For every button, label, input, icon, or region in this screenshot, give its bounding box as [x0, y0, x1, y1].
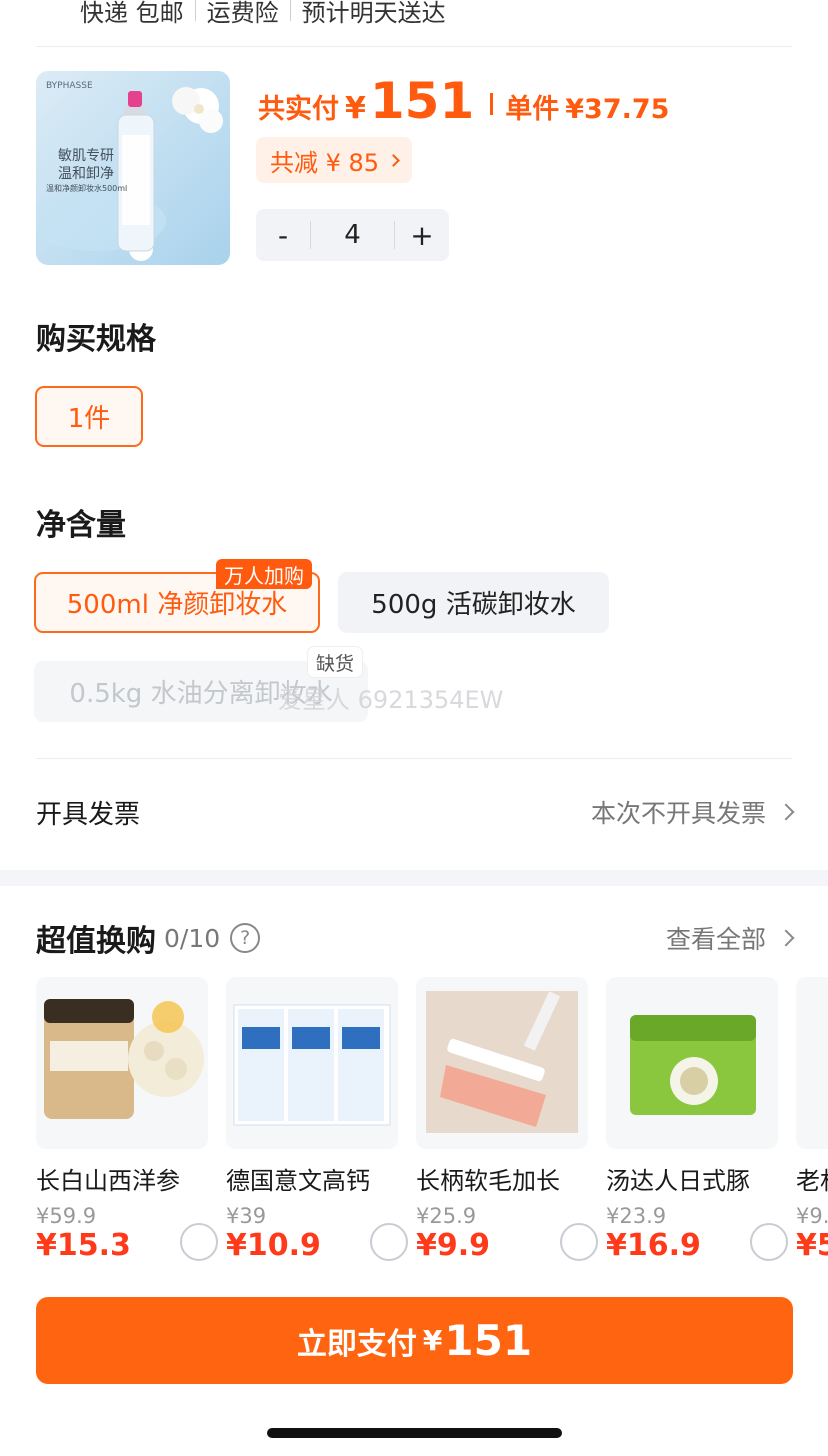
pay-button-amount: 151 — [444, 1316, 533, 1365]
volume-option-500g[interactable]: 500g 活碳卸妆水 — [338, 572, 609, 633]
deal-name: 汤达人日式豚 — [606, 1167, 750, 1195]
currency-symbol: ¥ — [345, 91, 366, 126]
unit-label: 单件 — [505, 94, 560, 125]
deal-image — [416, 977, 588, 1149]
deal-original-price: ¥23.9 — [606, 1204, 667, 1228]
image-brand: BYPHASSE — [46, 81, 93, 91]
deal-name: 长白山西洋参 — [36, 1167, 180, 1195]
invoice-value-text: 本次不开具发票 — [590, 799, 766, 828]
help-icon[interactable]: ? — [230, 923, 261, 953]
out-of-stock-badge: 缺货 — [308, 647, 363, 677]
deal-original-price: ¥9. — [796, 1204, 828, 1228]
deal-select-radio[interactable] — [180, 1223, 218, 1261]
invoice-value: 本次不开具发票 — [590, 794, 795, 830]
deals-title: 超值换购 — [36, 924, 156, 959]
deal-list: 长白山西洋参 ¥59.9 ¥15.3 德国意文高钙 ¥39 ¥10.9 长柄软毛… — [36, 977, 828, 1277]
home-indicator — [267, 1428, 562, 1438]
spec-option-1[interactable]: 1件 — [35, 386, 143, 447]
view-all-link[interactable]: 查看全部 — [665, 920, 795, 956]
quantity-stepper[interactable]: - 4 + — [256, 209, 449, 261]
divider — [36, 46, 792, 47]
watermark: 爱星人 6921354EW — [278, 686, 504, 714]
deal-price: ¥5 — [796, 1228, 828, 1263]
invoice-row[interactable]: 开具发票 本次不开具发票 — [36, 790, 795, 834]
discount-text: 共减 ¥ 85 — [270, 148, 380, 177]
deal-image — [796, 977, 828, 1149]
tag-shipping-insurance: 运费险 — [206, 0, 279, 27]
deal-name: 长柄软毛加长 — [416, 1167, 560, 1195]
invoice-label: 开具发票 — [36, 799, 141, 830]
deal-select-radio[interactable] — [750, 1223, 788, 1261]
pay-label: 共实付 — [258, 94, 339, 125]
deals-count: 0/10 — [164, 923, 221, 953]
deal-original-price: ¥39 — [226, 1204, 267, 1228]
view-all-label: 查看全部 — [665, 925, 766, 954]
product-image[interactable]: BYPHASSE 敏肌专研 温和卸净 温和净颜卸妆水500ml — [36, 71, 230, 265]
price-separator — [490, 93, 494, 115]
discount-chip[interactable]: 共减 ¥ 85 — [256, 137, 413, 183]
image-text-line-2: 温和卸净 — [58, 166, 114, 182]
unit-price: ¥37.75 — [565, 94, 670, 125]
minus-button[interactable]: - — [256, 219, 310, 252]
hot-badge: 万人加购 — [216, 559, 312, 589]
deal-select-radio[interactable] — [560, 1223, 598, 1261]
pay-amount: 151 — [369, 72, 475, 130]
chevron-right-icon — [777, 803, 795, 821]
divider — [36, 758, 792, 759]
deals-header: 超值换购 0/10 ? 查看全部 — [36, 916, 795, 960]
image-text-line-1: 敏肌专研 — [58, 148, 114, 164]
tag-delivery-estimate: 预计明天送达 — [301, 0, 446, 27]
tag-separator — [194, 0, 196, 21]
deal-original-price: ¥59.9 — [36, 1204, 97, 1228]
spec-title: 购买规格 — [36, 322, 156, 357]
deal-card[interactable]: 长白山西洋参 ¥59.9 ¥15.3 — [36, 977, 218, 1263]
deal-name: 德国意文高钙 — [226, 1167, 370, 1195]
deal-image — [36, 977, 208, 1149]
deal-select-radio[interactable] — [370, 1223, 408, 1261]
deal-name: 老村 — [796, 1167, 828, 1195]
volume-title: 净含量 — [36, 508, 126, 543]
deal-card[interactable]: 长柄软毛加长 ¥25.9 ¥9.9 — [416, 977, 598, 1263]
deal-card[interactable]: 汤达人日式豚 ¥23.9 ¥16.9 — [606, 977, 788, 1263]
deal-card[interactable]: 老村 ¥9. ¥5 — [796, 977, 828, 1263]
chevron-right-icon — [777, 929, 795, 947]
section-gap — [0, 870, 828, 886]
image-caption: 温和净颜卸妆水500ml — [46, 184, 128, 193]
quantity-value[interactable]: 4 — [310, 221, 395, 249]
tag-separator — [289, 0, 291, 21]
pay-button-label: 立即支付 — [296, 1326, 417, 1362]
chevron-right-icon — [387, 153, 400, 167]
delivery-tags: 快递 包邮 运费险 预计明天送达 — [80, 0, 446, 28]
pay-now-button[interactable]: 立即支付 ¥ 151 — [36, 1297, 793, 1384]
deal-card[interactable]: 德国意文高钙 ¥39 ¥10.9 — [226, 977, 408, 1263]
plus-button[interactable]: + — [395, 219, 449, 252]
deal-image — [226, 977, 398, 1149]
tag-free-shipping: 快递 包邮 — [80, 0, 184, 27]
pay-button-currency: ¥ — [422, 1324, 443, 1357]
deal-original-price: ¥25.9 — [416, 1204, 477, 1228]
price-summary: 共实付 ¥ 151 单件 ¥37.75 — [258, 76, 669, 132]
deal-image — [606, 977, 778, 1149]
